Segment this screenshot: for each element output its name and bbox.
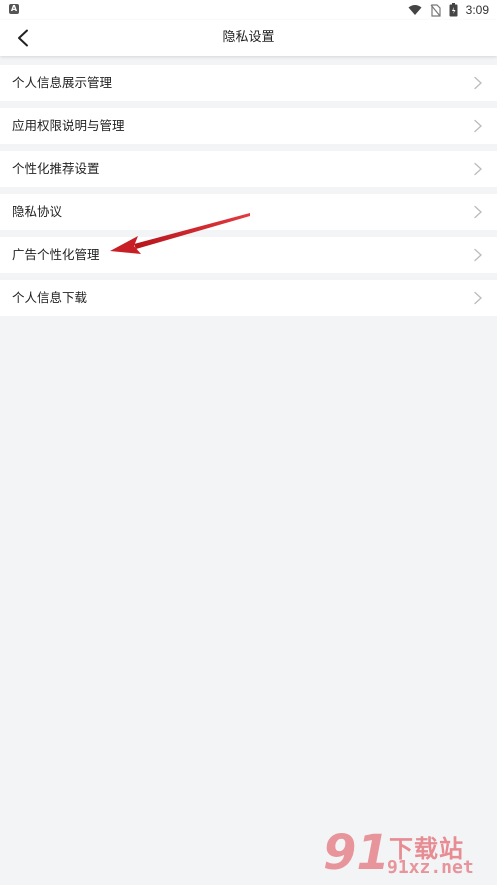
watermark-url: 91xz.net [387,857,474,878]
wifi-icon [408,5,422,15]
menu-item-label: 个人信息展示管理 [12,75,113,90]
back-button[interactable] [10,25,36,51]
menu-item-personalized-recommendation[interactable]: 个性化推荐设置 [0,151,497,187]
menu-item-label: 个人信息下载 [12,290,88,305]
menu-item-personal-info-display[interactable]: 个人信息展示管理 [0,65,497,101]
chevron-right-icon [474,76,482,90]
menu-item-personal-info-download[interactable]: 个人信息下载 [0,280,497,316]
watermark-logo: 91 下载站 91xz.net [323,825,493,883]
menu-item-label: 隐私协议 [12,204,63,219]
no-sim-icon [430,3,441,17]
watermark-number: 91 [323,825,390,881]
chevron-right-icon [474,248,482,262]
chevron-right-icon [474,291,482,305]
status-bar: A 3:09 [0,0,497,20]
page-title: 隐私设置 [222,30,275,45]
status-icons: 3:09 [408,2,489,18]
watermark-text: 下载站 [389,835,464,863]
chevron-right-icon [474,119,482,133]
menu-item-label: 广告个性化管理 [12,247,100,262]
chevron-right-icon [474,205,482,219]
chevron-right-icon [474,162,482,176]
battery-icon [449,3,458,17]
menu-item-label: 应用权限说明与管理 [12,118,125,133]
menu-item-privacy-agreement[interactable]: 隐私协议 [0,194,497,230]
menu-item-label: 个性化推荐设置 [12,161,100,176]
settings-menu-list: 个人信息展示管理 应用权限说明与管理 个性化推荐设置 隐私协议 广告个性化管理 … [0,65,497,323]
menu-item-app-permissions[interactable]: 应用权限说明与管理 [0,108,497,144]
app-badge-icon: A [9,4,19,14]
chevron-left-icon [18,29,28,47]
nav-bar: 隐私设置 [0,20,497,56]
menu-item-ad-personalization[interactable]: 广告个性化管理 [0,237,497,273]
status-time: 3:09 [465,3,489,17]
